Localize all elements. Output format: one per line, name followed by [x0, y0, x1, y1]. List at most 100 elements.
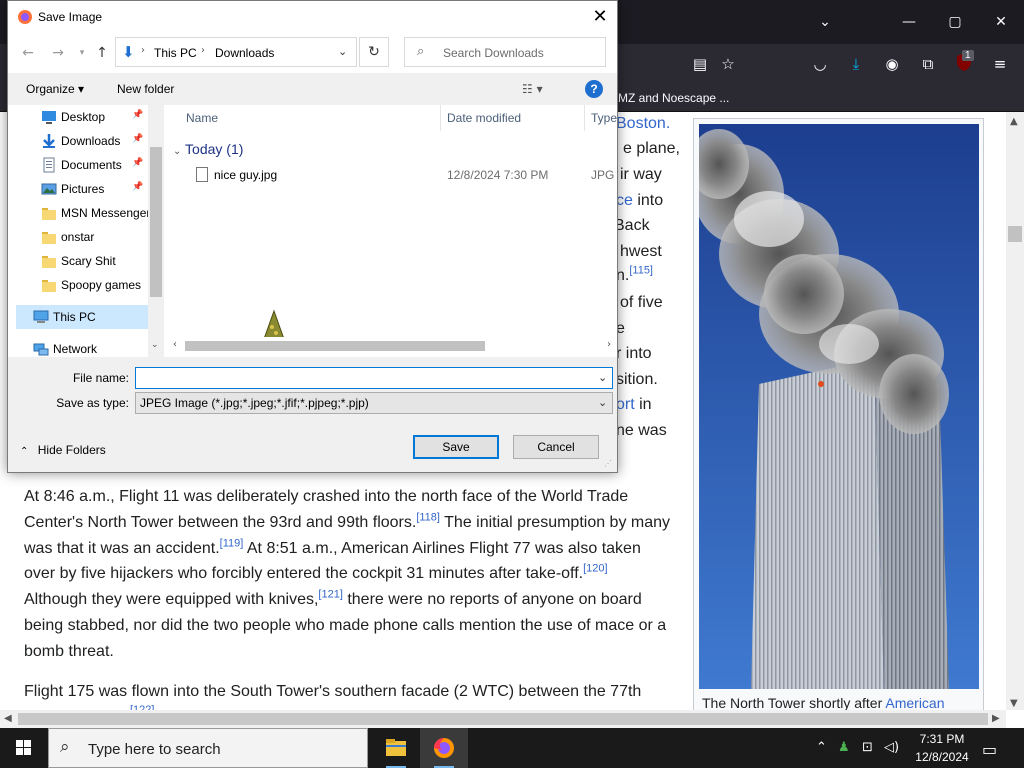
hide-folders-button[interactable]: ⌃ Hide Folders	[20, 443, 106, 457]
organize-button[interactable]: Organize ▾	[26, 82, 84, 96]
extensions-icon[interactable]: ⧉	[916, 52, 940, 76]
file-name-input[interactable]: ⌄	[135, 367, 613, 389]
column-divider[interactable]	[440, 105, 441, 131]
article-fragment[interactable]: Boston.	[616, 114, 670, 134]
nav-item-this-pc[interactable]: This PC	[16, 305, 148, 329]
reader-view-icon[interactable]: ▤	[688, 52, 712, 76]
column-name[interactable]: Name	[186, 111, 218, 125]
group-header[interactable]: ⌄ Today (1)	[173, 141, 243, 157]
people-tray-icon[interactable]: ♟	[838, 740, 850, 755]
save-image-dialog: Save Image ✕ ← → ▾ ↑ ⬇ › This PC › Downl…	[7, 0, 618, 473]
file-name-dropdown-icon[interactable]: ⌄	[598, 371, 607, 384]
address-bar[interactable]: ⬇ › This PC › Downloads ⌄	[115, 37, 357, 67]
help-icon[interactable]: ?	[585, 80, 603, 98]
article-fragment: ir way	[620, 165, 662, 185]
nav-item-network[interactable]: Network	[8, 337, 148, 357]
list-all-tabs-icon[interactable]: ⌄	[808, 8, 842, 36]
scroll-right-arrow-icon[interactable]: ▶	[992, 713, 1000, 724]
nav-scroll-down-icon[interactable]: ⌄	[151, 340, 159, 350]
scroll-down-arrow-icon[interactable]: ▼	[1010, 698, 1018, 709]
caption-link[interactable]: American	[885, 695, 944, 710]
column-divider[interactable]	[584, 105, 585, 131]
nav-scroll-thumb[interactable]	[150, 147, 162, 297]
file-row[interactable]: nice guy.jpg 12/8/2024 7:30 PM JPG File	[164, 163, 617, 185]
fragment-text: hwest	[620, 243, 662, 260]
clock-date[interactable]: 12/8/2024	[912, 750, 972, 764]
nav-item-onstar[interactable]: onstar	[8, 225, 148, 249]
column-type[interactable]: Type	[591, 111, 617, 125]
breadcrumb-this-pc[interactable]: This PC	[154, 46, 197, 60]
file-pane-horizontal-scrollbar[interactable]: ‹ ›	[171, 337, 617, 355]
citation-121[interactable]: [121]	[318, 589, 342, 601]
fragment-text[interactable]: Boston.	[616, 115, 670, 132]
nav-item-label: Pictures	[61, 182, 105, 196]
file-scroll-left-icon[interactable]: ‹	[173, 339, 177, 350]
pin-icon: 📌	[132, 110, 144, 120]
page-vertical-scrollbar[interactable]	[1006, 112, 1024, 710]
cancel-button[interactable]: Cancel	[513, 435, 599, 459]
north-tower-photo	[699, 124, 979, 689]
citation-118[interactable]: [118]	[416, 511, 440, 523]
menu-icon[interactable]: ≡	[988, 52, 1012, 76]
citation-119[interactable]: [119]	[220, 537, 244, 549]
nav-item-label: This PC	[53, 310, 96, 324]
save-button[interactable]: Save	[413, 435, 499, 459]
nav-item-spoopy-games[interactable]: Spoopy games	[8, 273, 148, 297]
file-explorer-taskbar-icon[interactable]	[372, 728, 420, 768]
downloads-toolbar-icon[interactable]: ⤓	[844, 52, 868, 76]
fragment-text[interactable]: ce	[616, 192, 633, 209]
new-folder-button[interactable]: New folder	[117, 82, 174, 96]
nav-item-msn-messenger[interactable]: MSN Messenger	[8, 201, 150, 225]
group-collapse-icon[interactable]: ⌄	[173, 146, 181, 157]
breadcrumb-downloads[interactable]: Downloads	[215, 46, 274, 60]
bookmark-star-icon[interactable]: ☆	[716, 52, 740, 76]
nav-item-pictures[interactable]: Pictures 📌	[8, 177, 148, 201]
notifications-icon[interactable]: ▭	[982, 740, 997, 759]
maximize-button[interactable]: ▢	[938, 8, 972, 36]
show-hidden-icons-icon[interactable]: ⌃	[816, 740, 827, 755]
citation-120[interactable]: [120]	[583, 563, 607, 575]
refresh-button[interactable]: ↻	[359, 37, 389, 67]
file-scroll-thumb[interactable]	[185, 341, 485, 351]
account-icon[interactable]: ◉	[880, 52, 904, 76]
close-window-button[interactable]: ✕	[984, 8, 1018, 36]
save-as-type-dropdown-icon[interactable]: ⌄	[598, 396, 607, 409]
pin-icon: 📌	[132, 134, 144, 144]
address-dropdown-icon[interactable]: ⌄	[338, 45, 347, 58]
pocket-icon[interactable]: ◡	[808, 52, 832, 76]
recent-locations-icon[interactable]: ▾	[72, 43, 92, 63]
article-fragment: hwest	[620, 242, 662, 262]
article-fragment: Back	[614, 216, 650, 236]
citation[interactable]: [115]	[629, 265, 653, 277]
page-horizontal-scroll-thumb[interactable]	[18, 713, 988, 725]
dialog-close-button[interactable]: ✕	[584, 3, 616, 31]
nav-item-desktop[interactable]: Desktop 📌	[8, 105, 148, 129]
nav-item-scary-shit[interactable]: Scary Shit	[8, 249, 148, 273]
volume-icon[interactable]: ◁)	[884, 740, 899, 755]
back-arrow-icon[interactable]: ←	[18, 43, 38, 63]
clock-time[interactable]: 7:31 PM	[912, 732, 972, 746]
article-fragment[interactable]: ce into	[616, 191, 663, 211]
article-fragment[interactable]: ort in	[616, 395, 652, 415]
start-button[interactable]	[0, 728, 48, 768]
file-scroll-right-icon[interactable]: ›	[607, 339, 611, 350]
firefox-taskbar-icon[interactable]	[420, 728, 468, 768]
bookmark-item[interactable]: MZ and Noescape ...	[618, 91, 729, 105]
nav-item-documents[interactable]: Documents 📌	[8, 153, 148, 177]
page-vertical-scroll-thumb[interactable]	[1008, 226, 1022, 242]
scroll-up-arrow-icon[interactable]: ▲	[1010, 116, 1018, 127]
resize-grip-icon[interactable]: ⋰	[604, 459, 612, 468]
fragment-text[interactable]: ort	[616, 396, 635, 413]
forward-arrow-icon[interactable]: →	[48, 43, 68, 63]
network-tray-icon[interactable]: ⊡	[862, 740, 873, 755]
nav-pane-scrollbar[interactable]: ⌄	[148, 105, 164, 357]
search-downloads-input[interactable]: ⌕ Search Downloads	[404, 37, 606, 67]
nav-item-downloads[interactable]: Downloads 📌	[8, 129, 148, 153]
scroll-left-arrow-icon[interactable]: ◀	[4, 713, 12, 724]
save-as-type-select[interactable]: JPEG Image (*.jpg;*.jpeg;*.jfif;*.pjpeg;…	[135, 392, 613, 414]
column-date-modified[interactable]: Date modified	[447, 111, 521, 125]
minimize-button[interactable]: —	[892, 8, 926, 36]
up-arrow-icon[interactable]: ↑	[92, 43, 112, 63]
view-options-icon[interactable]: ☷ ▾	[522, 82, 543, 96]
file-name-label: File name:	[72, 371, 129, 385]
